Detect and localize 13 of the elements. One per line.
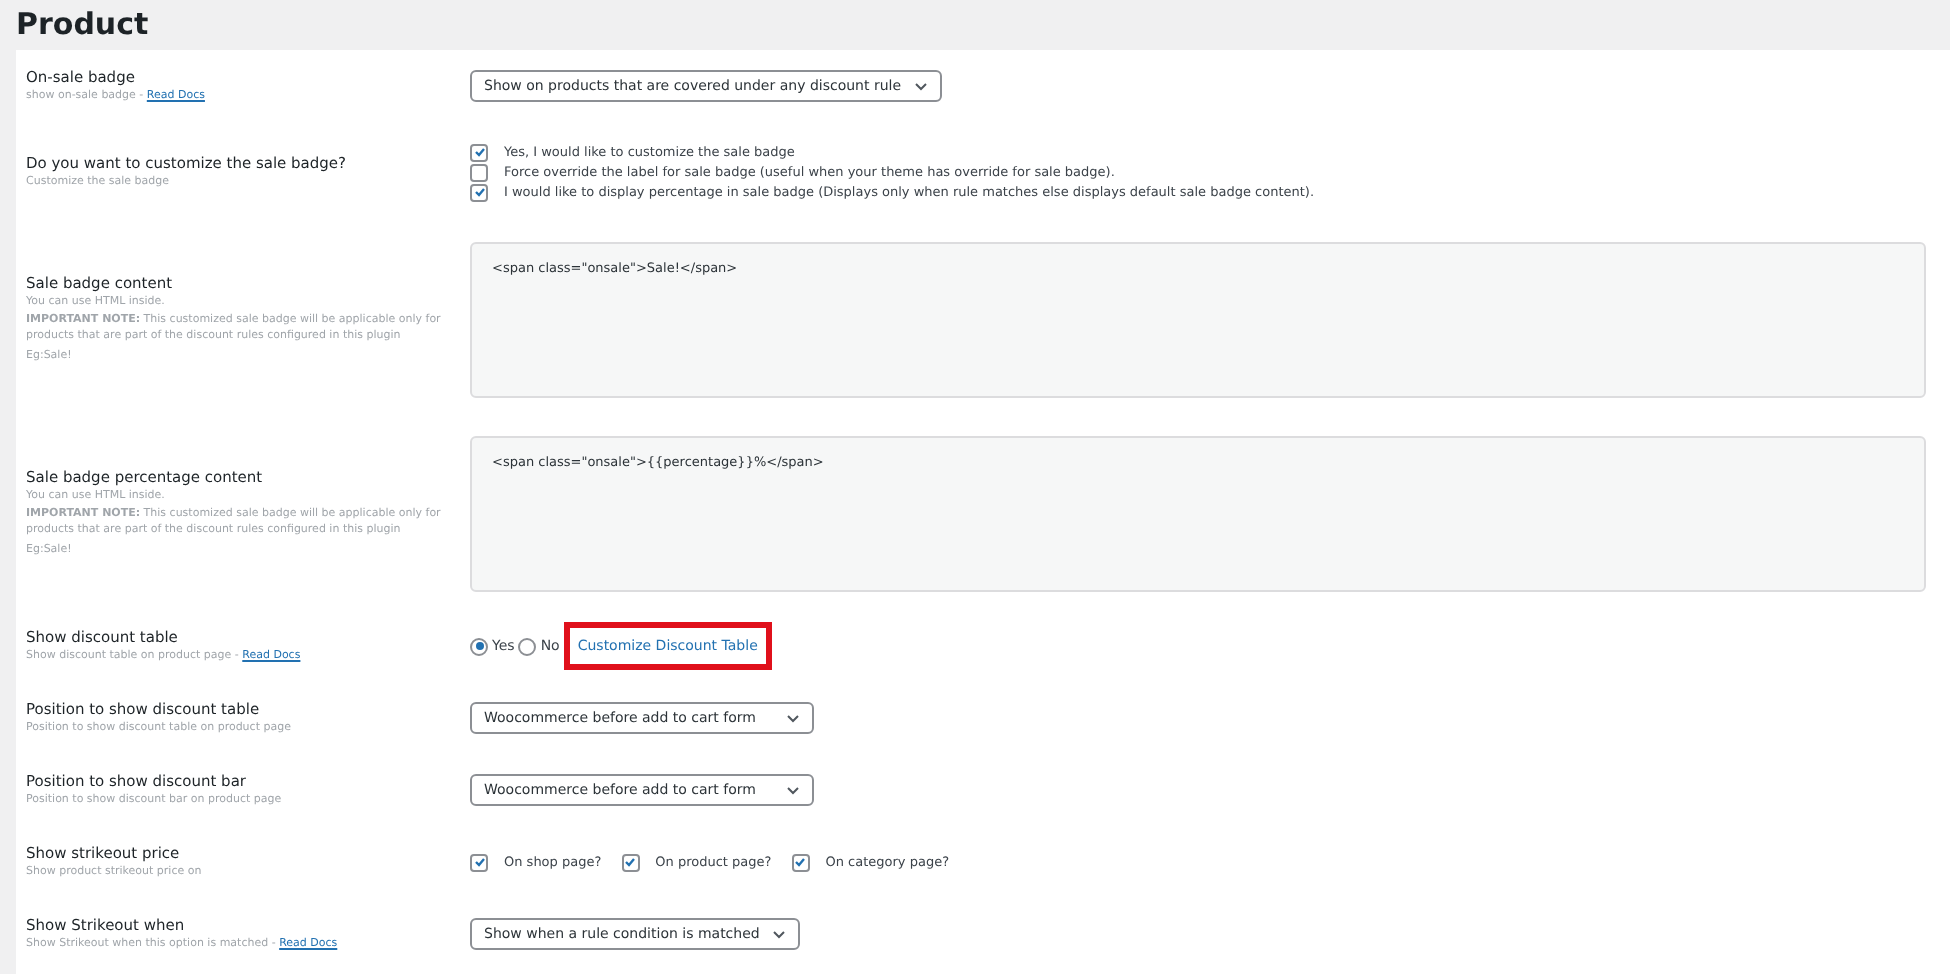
checkbox[interactable]: [621, 853, 640, 871]
checkbox[interactable]: [470, 853, 488, 871]
chevron-down-icon: [786, 713, 800, 723]
checkbox[interactable]: [791, 853, 810, 871]
radio-button[interactable]: [470, 637, 488, 655]
checkbox[interactable]: [470, 143, 488, 161]
chevron-down-icon: [913, 81, 928, 91]
chevron-down-icon: [771, 929, 786, 939]
radio-button[interactable]: [518, 637, 537, 655]
checkbox[interactable]: [470, 163, 488, 181]
page-title: Product: [14, 4, 151, 46]
chevron-down-icon: [786, 785, 800, 795]
checkbox[interactable]: [470, 183, 488, 201]
